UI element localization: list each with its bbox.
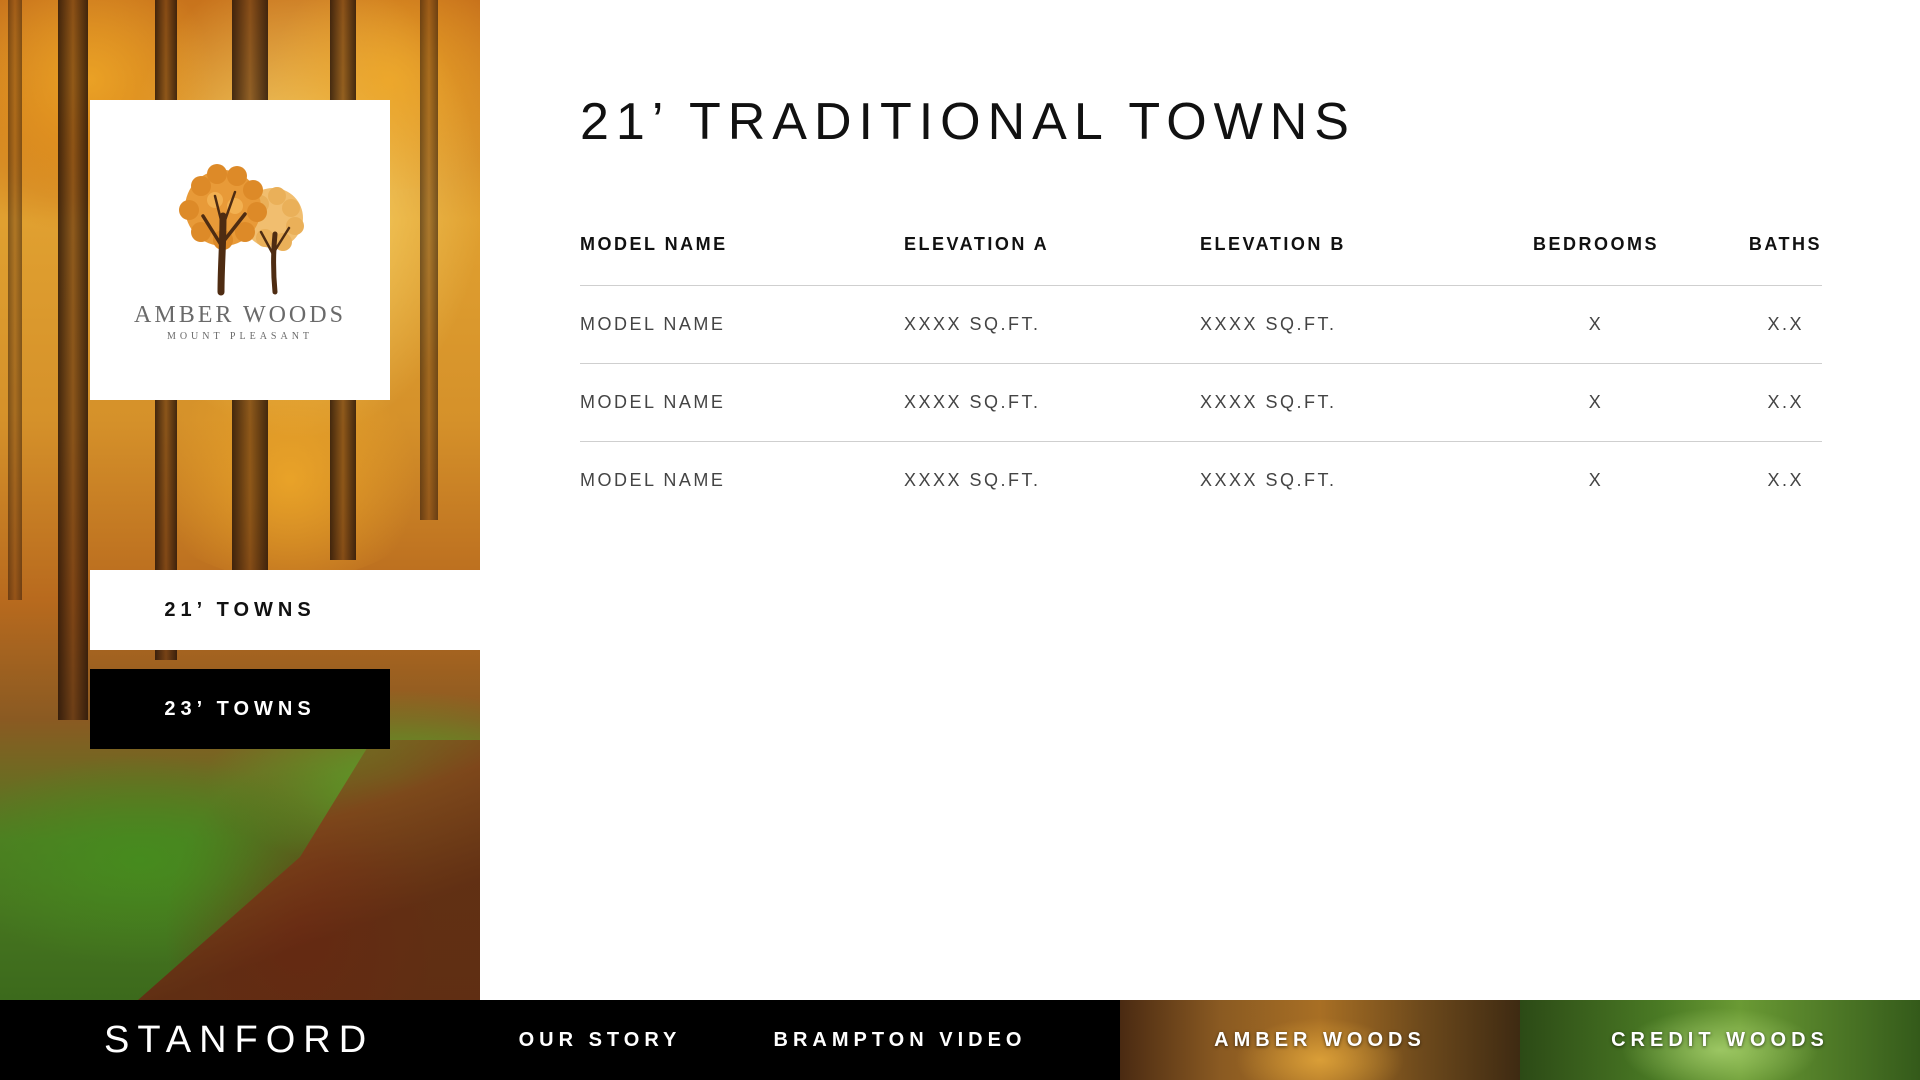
tree-trunk bbox=[420, 0, 438, 520]
column-header-model-name: MODEL NAME bbox=[580, 205, 904, 286]
nav-our-story[interactable]: OUR STORY bbox=[500, 1000, 700, 1080]
nav-label: OUR STORY bbox=[518, 1028, 682, 1051]
page-title: 21’ TRADITIONAL TOWNS bbox=[580, 93, 1356, 151]
cell-baths: X.X bbox=[1696, 285, 1822, 364]
foliage-shape bbox=[140, 380, 440, 580]
models-table: MODEL NAME ELEVATION A ELEVATION B BEDRO… bbox=[580, 205, 1822, 519]
tab-21-towns[interactable]: 21’ TOWNS bbox=[90, 570, 480, 650]
tree-logo-icon bbox=[179, 164, 304, 296]
tree-trunk bbox=[8, 0, 22, 600]
table-row[interactable]: MODEL NAME XXXX SQ.FT. XXXX SQ.FT. X X.X bbox=[580, 363, 1822, 442]
cell-elevation-b: XXXX SQ.FT. bbox=[1200, 285, 1496, 364]
column-header-elevation-a: ELEVATION A bbox=[904, 205, 1200, 286]
nav-label: BRAMPTON VIDEO bbox=[773, 1028, 1027, 1051]
footer-nav: STANFORD OUR STORY BRAMPTON VIDEO AMBER … bbox=[0, 1000, 1920, 1080]
cell-elevation-a: XXXX SQ.FT. bbox=[904, 363, 1200, 442]
nav-amber-woods[interactable]: AMBER WOODS bbox=[1120, 1000, 1520, 1080]
table-row[interactable]: MODEL NAME XXXX SQ.FT. XXXX SQ.FT. X X.X bbox=[580, 285, 1822, 364]
cell-elevation-b: XXXX SQ.FT. bbox=[1200, 469, 1337, 490]
cell-model-name: MODEL NAME bbox=[580, 469, 726, 490]
column-header-baths: BATHS bbox=[1696, 205, 1822, 286]
nav-label: CREDIT WOODS bbox=[1611, 1028, 1829, 1051]
nav-brampton-video[interactable]: BRAMPTON VIDEO bbox=[760, 1000, 1040, 1080]
logo-subtitle: MOUNT PLEASANT bbox=[166, 331, 314, 342]
cell-baths: X.X bbox=[1767, 469, 1804, 490]
amber-woods-logo[interactable]: AMBER WOODS MOUNT PLEASANT bbox=[90, 100, 390, 400]
column-header-bedrooms: BEDROOMS bbox=[1496, 205, 1696, 286]
cell-elevation-a: XXXX SQ.FT. bbox=[904, 285, 1200, 364]
stanford-brand-logo[interactable]: STANFORD bbox=[104, 1000, 374, 1080]
tree-trunk bbox=[58, 0, 88, 720]
cell-baths: X.X bbox=[1696, 363, 1822, 442]
cell-bedrooms: X bbox=[1496, 285, 1696, 364]
table-row[interactable]: MODEL NAME XXXX SQ.FT. XXXX SQ.FT. X X.X bbox=[580, 441, 1822, 519]
column-header-elevation-b: ELEVATION B bbox=[1200, 205, 1496, 286]
tab-23-towns[interactable]: 23’ TOWNS bbox=[90, 669, 390, 749]
forest-path bbox=[138, 740, 480, 1000]
table-header-row: MODEL NAME ELEVATION A ELEVATION B BEDRO… bbox=[580, 205, 1822, 286]
logo-title: AMBER WOODS bbox=[134, 302, 346, 328]
cell-elevation-b: XXXX SQ.FT. bbox=[1200, 363, 1496, 442]
cell-bedrooms: X bbox=[1496, 363, 1696, 442]
cell-model-name: MODEL NAME bbox=[580, 285, 904, 364]
cell-elevation-a: XXXX SQ.FT. bbox=[904, 469, 1041, 490]
nav-credit-woods[interactable]: CREDIT WOODS bbox=[1520, 1000, 1920, 1080]
cell-model-name: MODEL NAME bbox=[580, 363, 904, 442]
cell-bedrooms: X bbox=[1588, 469, 1604, 490]
nav-label: AMBER WOODS bbox=[1214, 1028, 1426, 1051]
